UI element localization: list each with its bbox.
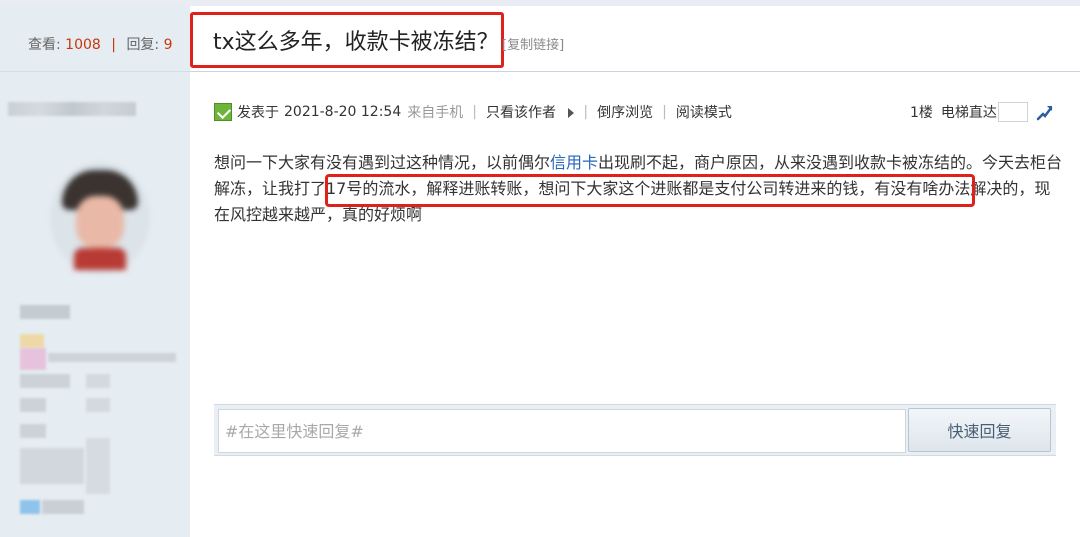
thread-title-wrap: tx这么多年，收款卡被冻结？ <box>190 12 504 68</box>
thread-stats: 查看: 1008 | 回复: 9 <box>28 34 173 54</box>
jump-icon[interactable] <box>1036 103 1054 121</box>
post-source: 来自手机 <box>407 105 464 121</box>
thread-title: tx这么多年，收款卡被冻结？ <box>213 30 499 55</box>
views-count: 1008 <box>65 37 101 53</box>
quick-reply-button[interactable]: 快速回复 <box>908 408 1051 452</box>
author-stat-blurred-7 <box>86 438 110 494</box>
author-stat-blurred-1 <box>20 374 70 388</box>
replies-label: 回复: <box>126 37 160 53</box>
author-stat-blurred-6 <box>20 448 84 484</box>
sidebar-divider <box>0 71 190 72</box>
author-stat-blurred-4 <box>86 398 110 412</box>
reverse-order-link[interactable]: 倒序浏览 <box>597 102 653 122</box>
copy-link[interactable]: [复制链接] <box>502 34 564 53</box>
author-stat-blurred-5 <box>20 424 46 438</box>
title-highlight-box: tx这么多年，收款卡被冻结？ <box>190 12 504 68</box>
only-author-link[interactable]: 只看该作者 <box>485 102 575 122</box>
meta-separator: | <box>472 104 477 120</box>
read-mode-link[interactable]: 阅读模式 <box>676 102 732 122</box>
author-name-blurred <box>8 102 136 116</box>
floor-nav: 1楼 电梯直达 <box>910 101 1054 123</box>
author-stat-blurred-3 <box>20 398 46 412</box>
post-text-1: 想问一下大家有没有遇到过这种情况，以前偶尔 <box>214 153 551 172</box>
meta-separator: | <box>662 104 667 120</box>
post-datetime: 2021-8-20 12:54 <box>284 104 402 120</box>
author-progress-blurred <box>48 353 176 362</box>
meta-separator: | <box>583 104 589 120</box>
author-badge-blurred-2 <box>20 348 46 370</box>
author-medal-blurred <box>20 500 40 514</box>
views-label: 查看: <box>28 37 61 53</box>
stats-separator: | <box>111 37 116 53</box>
post-meta: 发表于 2021-8-20 12:54 来自手机 | 只看该作者 | 倒序浏览 … <box>214 101 732 123</box>
only-author-label: 只看该作者 <box>485 105 556 121</box>
elevator-label: 电梯直达 <box>940 105 997 121</box>
elevator-input[interactable] <box>997 102 1028 122</box>
avatar[interactable] <box>62 170 138 270</box>
post-icon <box>214 103 232 121</box>
triangle-right-icon <box>568 108 575 118</box>
author-medal-blurred-2 <box>42 500 84 514</box>
quick-reply-input[interactable] <box>218 409 906 453</box>
credit-card-link[interactable]: 信用卡 <box>550 153 598 172</box>
posted-label: 发表于 <box>237 105 279 121</box>
author-stat-blurred-2 <box>86 374 110 388</box>
header-divider <box>190 71 1080 72</box>
author-badge-blurred <box>20 334 44 348</box>
floor-number: 1楼 <box>910 105 933 121</box>
post-content: 想问一下大家有没有遇到过这种情况，以前偶尔信用卡出现刷不起，商户原因，从来没遇到… <box>214 150 1064 228</box>
author-group-blurred <box>20 305 70 319</box>
replies-count: 9 <box>163 37 173 53</box>
